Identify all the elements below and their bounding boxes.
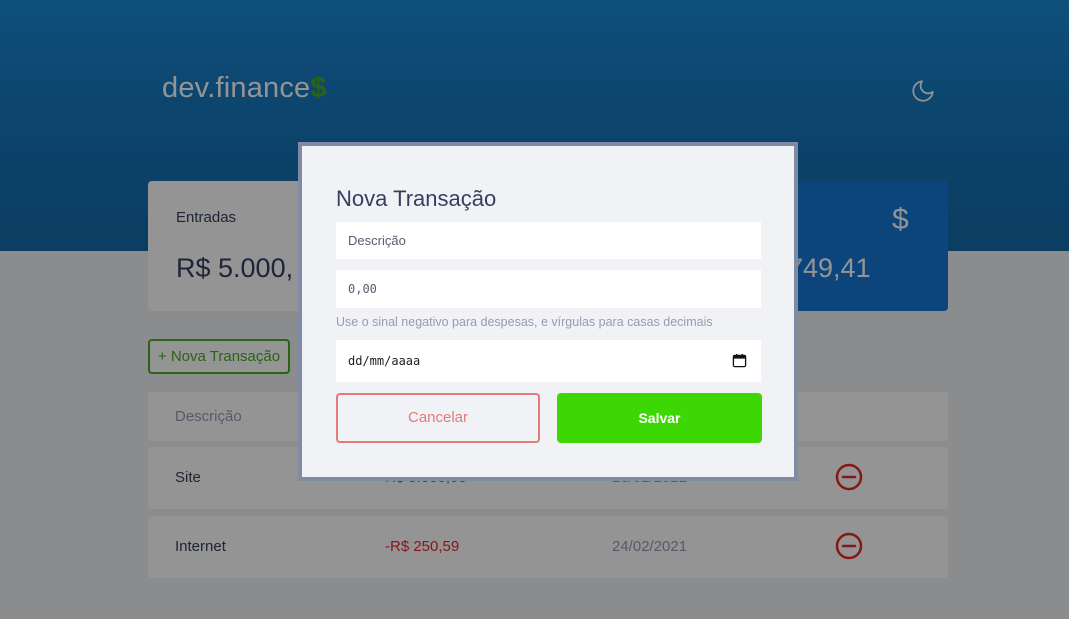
- date-placeholder: dd/mm/aaaa: [348, 354, 421, 368]
- cancel-button[interactable]: Cancelar: [336, 393, 540, 443]
- description-input[interactable]: [336, 222, 761, 259]
- save-button[interactable]: Salvar: [557, 393, 762, 443]
- calendar-icon[interactable]: [732, 353, 747, 368]
- new-transaction-modal: Nova Transação Use o sinal negativo para…: [298, 142, 798, 481]
- amount-input[interactable]: [336, 270, 761, 308]
- date-input[interactable]: dd/mm/aaaa: [336, 340, 761, 382]
- amount-help-text: Use o sinal negativo para despesas, e ví…: [336, 315, 713, 329]
- modal-title: Nova Transação: [336, 186, 497, 211]
